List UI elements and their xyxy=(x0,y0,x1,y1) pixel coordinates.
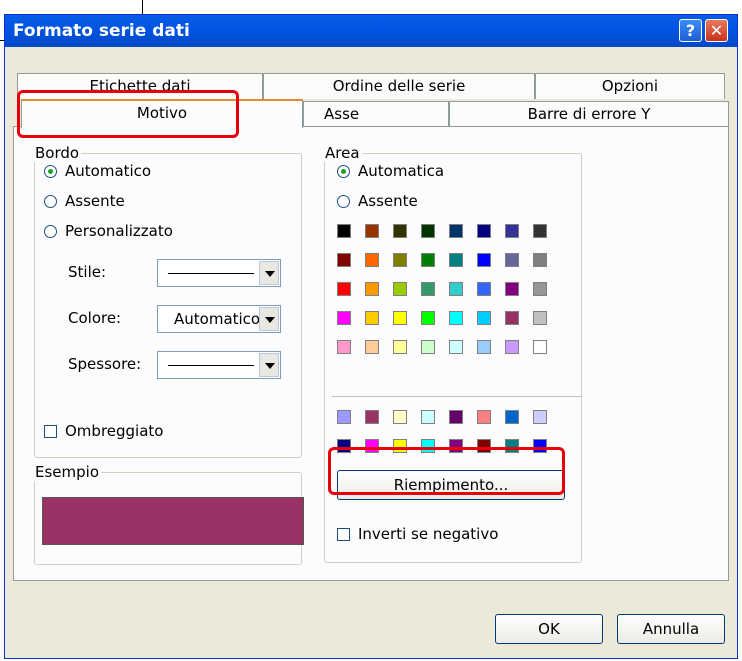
color-swatch[interactable] xyxy=(505,224,519,238)
color-swatch[interactable] xyxy=(449,311,463,325)
color-swatch[interactable] xyxy=(365,311,379,325)
area-title: Area xyxy=(323,144,362,162)
annulla-button[interactable]: Annulla xyxy=(617,614,725,644)
spessore-label: Spessore: xyxy=(68,355,142,373)
color-swatch[interactable] xyxy=(449,224,463,238)
color-swatch[interactable] xyxy=(393,410,407,424)
color-swatch[interactable] xyxy=(421,224,435,238)
color-swatch[interactable] xyxy=(421,410,435,424)
ok-button[interactable]: OK xyxy=(495,614,603,644)
color-swatch[interactable] xyxy=(449,282,463,296)
colore-dropdown[interactable]: Automatico xyxy=(157,305,281,333)
color-swatch[interactable] xyxy=(421,311,435,325)
bordo-title: Bordo xyxy=(33,144,82,162)
stile-dropdown[interactable] xyxy=(157,259,281,287)
color-swatch[interactable] xyxy=(533,340,547,354)
color-swatch[interactable] xyxy=(393,311,407,325)
color-swatch[interactable] xyxy=(533,410,547,424)
color-swatch[interactable] xyxy=(365,282,379,296)
color-swatch[interactable] xyxy=(421,253,435,267)
color-swatch[interactable] xyxy=(477,340,491,354)
color-swatch[interactable] xyxy=(337,282,351,296)
tab-ordine-serie[interactable]: Ordine delle serie xyxy=(263,73,535,99)
motivo-highlight xyxy=(17,90,239,138)
color-swatch[interactable] xyxy=(365,253,379,267)
color-swatch[interactable] xyxy=(533,253,547,267)
color-swatch[interactable] xyxy=(337,340,351,354)
bordo-personalizzato-radio[interactable]: Personalizzato xyxy=(44,222,173,240)
color-swatch[interactable] xyxy=(365,340,379,354)
color-swatch[interactable] xyxy=(505,340,519,354)
color-swatch[interactable] xyxy=(477,410,491,424)
inverti-negativo-checkbox[interactable]: Inverti se negativo xyxy=(337,525,498,543)
esempio-title: Esempio xyxy=(33,463,101,481)
color-swatch[interactable] xyxy=(477,282,491,296)
esempio-group: Esempio xyxy=(33,463,304,565)
tab-opzioni[interactable]: Opzioni xyxy=(535,73,725,99)
color-swatch[interactable] xyxy=(449,253,463,267)
color-swatch[interactable] xyxy=(505,282,519,296)
color-swatch[interactable] xyxy=(421,282,435,296)
color-swatch[interactable] xyxy=(393,224,407,238)
color-swatch[interactable] xyxy=(505,410,519,424)
area-automatica-radio[interactable]: Automatica xyxy=(337,162,444,180)
color-swatch[interactable] xyxy=(337,224,351,238)
colore-label: Colore: xyxy=(68,309,122,327)
color-swatch[interactable] xyxy=(421,340,435,354)
ombreggiato-checkbox[interactable]: Ombreggiato xyxy=(44,422,163,440)
color-swatch[interactable] xyxy=(505,253,519,267)
tab-asse[interactable]: Asse xyxy=(303,101,449,127)
bordo-assente-radio[interactable]: Assente xyxy=(44,192,125,210)
close-button[interactable]: ✕ xyxy=(705,19,728,42)
color-swatch[interactable] xyxy=(477,224,491,238)
area-group: Area xyxy=(323,144,582,563)
color-swatch[interactable] xyxy=(533,224,547,238)
spessore-dropdown[interactable] xyxy=(157,351,281,379)
color-swatch[interactable] xyxy=(393,282,407,296)
color-swatch[interactable] xyxy=(337,253,351,267)
tab-panel: Bordo Automatico Assente Personalizzato … xyxy=(13,126,729,581)
color-swatch[interactable] xyxy=(365,224,379,238)
color-swatch[interactable] xyxy=(505,311,519,325)
help-button[interactable]: ? xyxy=(679,19,702,42)
background-line xyxy=(142,0,143,14)
color-swatch[interactable] xyxy=(477,311,491,325)
color-swatch[interactable] xyxy=(533,282,547,296)
stile-label: Stile: xyxy=(68,263,107,281)
color-swatch[interactable] xyxy=(337,311,351,325)
color-swatch[interactable] xyxy=(477,253,491,267)
color-swatch[interactable] xyxy=(393,340,407,354)
window-title: Formato serie dati xyxy=(13,21,190,41)
area-assente-radio[interactable]: Assente xyxy=(337,192,418,210)
color-swatch[interactable] xyxy=(393,253,407,267)
color-swatch[interactable] xyxy=(533,311,547,325)
chevron-down-icon[interactable] xyxy=(259,261,279,285)
esempio-preview xyxy=(42,497,304,545)
color-swatch[interactable] xyxy=(365,410,379,424)
bordo-automatico-radio[interactable]: Automatico xyxy=(44,162,151,180)
chevron-down-icon[interactable] xyxy=(259,307,279,331)
riempimento-highlight xyxy=(328,447,565,495)
tab-barre-errore-y[interactable]: Barre di errore Y xyxy=(449,101,729,127)
chevron-down-icon[interactable] xyxy=(259,353,279,377)
palette-separator xyxy=(332,396,582,397)
color-swatch[interactable] xyxy=(449,410,463,424)
color-swatch[interactable] xyxy=(337,410,351,424)
colore-value: Automatico xyxy=(174,310,261,328)
title-bar: Formato serie dati ? ✕ xyxy=(5,15,737,47)
color-swatch[interactable] xyxy=(449,340,463,354)
